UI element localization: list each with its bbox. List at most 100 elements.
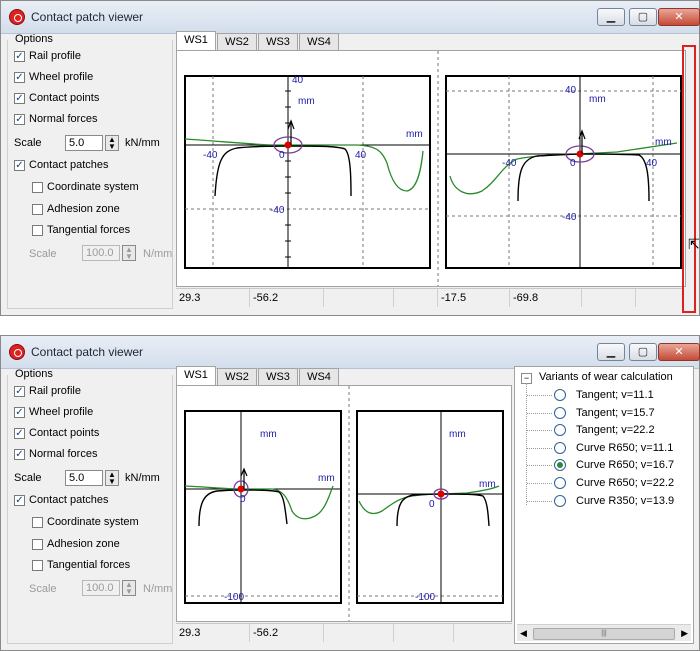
contact-patches-checkbox[interactable]: ✓	[14, 160, 25, 171]
tree-item[interactable]: Tangent; v=22.2	[515, 422, 693, 439]
contact-points-checkbox[interactable]: ✓	[14, 93, 25, 104]
tangential-scale-unit: N/mm	[143, 248, 173, 260]
close-button[interactable]: ✕	[658, 343, 700, 361]
scale-label: Scale	[14, 137, 42, 149]
tree-item[interactable]: Curve R650; v=16.7	[515, 457, 693, 474]
left-x-left-label: -40	[203, 150, 218, 161]
tangential-scale-spinner[interactable]: ▲ ▼	[122, 245, 136, 261]
radio-button[interactable]	[554, 389, 566, 401]
wheel-profile-label: Wheel profile	[29, 71, 94, 83]
tree-item[interactable]: Curve R650; v=11.1	[515, 440, 693, 457]
wheel-profile-checkbox[interactable]: ✓	[14, 407, 25, 418]
tree-connector	[527, 395, 552, 396]
tangential-scale-spinner[interactable]: ▲ ▼	[122, 580, 136, 596]
scrollbar-thumb[interactable]: |||	[533, 628, 675, 640]
scale-spinner[interactable]: ▲ ▼	[105, 135, 119, 151]
status-cell-1: 29.3	[176, 624, 250, 642]
coordinate-system-checkbox[interactable]	[32, 182, 43, 193]
tree-connector	[527, 447, 552, 449]
minimize-button[interactable]: ▁	[597, 343, 625, 361]
tangential-scale-input[interactable]: 100.0	[82, 580, 120, 596]
tree-connector	[527, 500, 552, 502]
tangential-forces-checkbox[interactable]	[32, 225, 43, 236]
status-cell-5: -17.5	[438, 289, 510, 307]
highlighted-scrollbar[interactable]	[682, 45, 696, 313]
tree-item[interactable]: Tangent; v=15.7	[515, 405, 693, 422]
maximize-button[interactable]: ▢	[629, 343, 657, 361]
tree-item[interactable]: Tangent; v=11.1	[515, 387, 693, 404]
scroll-right-icon[interactable]: ▶	[681, 628, 688, 639]
left-profile-plot: 40 mm mm -40 40 0 -40	[184, 75, 431, 269]
tree-item[interactable]: Curve R650; v=22.2	[515, 475, 693, 492]
coordinate-system-label: Coordinate system	[47, 516, 139, 528]
tangential-scale-label: Scale	[29, 583, 57, 595]
variants-tree[interactable]: − Variants of wear calculation Tangent; …	[514, 366, 694, 644]
radio-button[interactable]	[554, 406, 566, 419]
rail-profile-checkbox[interactable]: ✓	[14, 386, 25, 397]
radio-button[interactable]	[554, 477, 566, 489]
contact-patches-label: Contact patches	[29, 159, 109, 171]
horizontal-scrollbar[interactable]: ◀ ||| ▶	[517, 624, 691, 641]
coordinate-system-checkbox[interactable]	[32, 517, 43, 528]
minimize-button[interactable]: ▁	[597, 8, 625, 26]
contact-patches-label: Contact patches	[29, 494, 109, 506]
radio-button[interactable]	[554, 441, 566, 454]
tangential-scale-label: Scale	[29, 248, 57, 260]
tangential-forces-checkbox[interactable]	[32, 560, 43, 571]
tab-ws4[interactable]: WS4	[299, 368, 339, 386]
plot-area: 40 mm mm -40 40 0 -40 40 mm mm -40 40 0 …	[176, 50, 686, 287]
tree-item-label: Tangent; v=22.2	[576, 424, 655, 437]
tab-ws3[interactable]: WS3	[258, 33, 298, 51]
scale-unit: kN/mm	[125, 472, 160, 484]
tab-ws1[interactable]: WS1	[176, 366, 216, 386]
radio-button[interactable]	[554, 459, 566, 472]
mouse-cursor-icon: ⇱	[688, 236, 700, 252]
coordinate-system-label: Coordinate system	[47, 181, 139, 193]
adhesion-zone-checkbox[interactable]	[32, 539, 43, 550]
scale-input[interactable]: 5.0	[65, 135, 103, 151]
right-y-unit-label: mm	[449, 429, 466, 440]
tangential-scale-input[interactable]: 100.0	[82, 245, 120, 261]
maximize-button[interactable]: ▢	[629, 8, 657, 26]
status-cell-7	[582, 289, 636, 307]
tree-connector	[527, 483, 552, 484]
window-title: Contact patch viewer	[31, 345, 144, 359]
left-y-bottom-label: -40	[270, 205, 285, 216]
normal-forces-checkbox[interactable]: ✓	[14, 449, 25, 460]
normal-forces-checkbox[interactable]: ✓	[14, 114, 25, 125]
scale-spinner[interactable]: ▲ ▼	[105, 470, 119, 486]
tab-ws4[interactable]: WS4	[299, 33, 339, 51]
plot-area: mm mm 0 -100 mm mm 0 -100	[176, 385, 512, 622]
close-button[interactable]: ✕	[658, 8, 700, 26]
adhesion-zone-checkbox[interactable]	[32, 204, 43, 215]
status-bar: 29.3 -56.2 -17.5 -69.8	[176, 288, 682, 307]
contact-points-label: Contact points	[29, 427, 100, 439]
left-x-unit-label: mm	[318, 473, 335, 484]
status-cell-1: 29.3	[176, 289, 250, 307]
tab-ws2[interactable]: WS2	[217, 368, 257, 386]
radio-button[interactable]	[554, 494, 566, 507]
title-bar[interactable]: Contact patch viewer ▁ ▢ ✕	[1, 336, 700, 369]
contact-points-checkbox[interactable]: ✓	[14, 428, 25, 439]
radio-button[interactable]	[554, 424, 566, 437]
scroll-left-icon[interactable]: ◀	[520, 628, 527, 639]
right-y-bottom-label: -100	[415, 592, 435, 603]
wheel-profile-checkbox[interactable]: ✓	[14, 72, 25, 83]
normal-forces-label: Normal forces	[29, 113, 98, 125]
tab-ws1[interactable]: WS1	[176, 31, 216, 51]
status-cell-4	[394, 289, 438, 307]
left-y-bottom-label: -100	[224, 592, 244, 603]
left-y-unit-label: mm	[298, 96, 315, 107]
tree-item[interactable]: Curve R350; v=13.9	[515, 493, 693, 510]
contact-patches-checkbox[interactable]: ✓	[14, 495, 25, 506]
plot-canvas: mm mm 0 -100 mm mm 0 -100	[184, 386, 504, 621]
tree-item-label: Tangent; v=11.1	[576, 389, 654, 401]
tab-ws3[interactable]: WS3	[258, 368, 298, 386]
adhesion-zone-label: Adhesion zone	[47, 538, 120, 550]
rail-profile-checkbox[interactable]: ✓	[14, 51, 25, 62]
tab-ws2[interactable]: WS2	[217, 33, 257, 51]
right-x-unit-label: mm	[479, 479, 496, 490]
options-panel: Options ✓ Rail profile ✓ Wheel profile ✓…	[1, 33, 175, 315]
scale-input[interactable]: 5.0	[65, 470, 103, 486]
title-bar[interactable]: Contact patch viewer ▁ ▢ ✕	[1, 1, 700, 34]
